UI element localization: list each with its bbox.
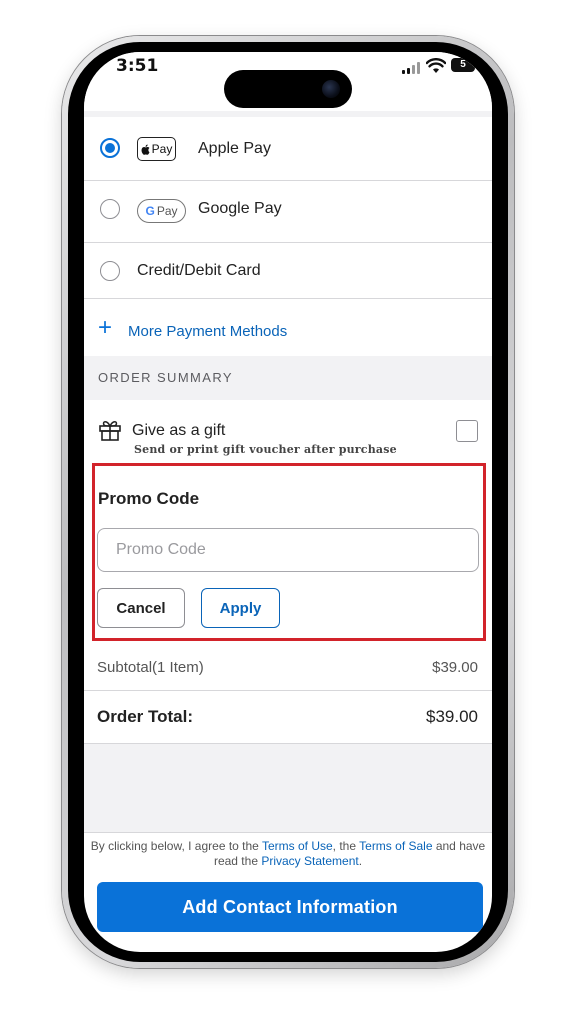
subtotal-label: Subtotal(1 Item) (97, 659, 204, 676)
order-summary-heading: ORDER SUMMARY (98, 370, 233, 385)
legal-suffix: . (358, 854, 363, 868)
camera-lens (322, 80, 340, 98)
google-g-logo-icon: G (145, 204, 155, 218)
legal-prefix: By clicking below, I agree to the (90, 839, 262, 853)
order-total-row: Order Total: $39.00 (84, 707, 492, 737)
battery-icon: 5 (451, 58, 475, 72)
gift-sublabel: Send or print gift voucher after purchas… (134, 443, 397, 456)
payment-option-google-pay[interactable]: G Pay Google Pay (84, 180, 492, 243)
radio-google-pay[interactable] (100, 199, 120, 219)
apple-logo-icon (141, 143, 150, 155)
privacy-statement-link[interactable]: Privacy Statement (261, 854, 358, 868)
google-pay-badge-text: Pay (156, 204, 178, 218)
footer-background (84, 744, 492, 832)
credit-debit-card-label: Credit/Debit Card (137, 262, 261, 279)
status-bar: 3:51 5 (84, 52, 492, 108)
payment-option-apple-pay[interactable]: Pay Apple Pay (84, 118, 492, 181)
gift-option-row: Give as a gift Send or print gift vouche… (84, 418, 492, 458)
promo-cancel-button[interactable]: Cancel (97, 588, 185, 628)
more-payment-methods-link[interactable]: + More Payment Methods (84, 300, 492, 356)
apple-pay-label: Apple Pay (198, 140, 271, 157)
apple-pay-badge: Pay (137, 137, 176, 161)
footer-divider (84, 832, 492, 833)
promo-apply-button[interactable]: Apply (201, 588, 280, 628)
promo-code-title: Promo Code (98, 489, 200, 508)
header-separator (84, 111, 492, 117)
dynamic-island (224, 70, 352, 108)
wifi-icon (426, 58, 446, 73)
phone-screen: 3:51 5 Pay Apple Pay G Pay Google Pay Cr… (84, 52, 492, 952)
legal-middle: , the (332, 839, 360, 853)
gift-checkbox[interactable] (456, 420, 478, 442)
apple-pay-badge-text: Pay (151, 142, 173, 156)
subtotal-value: $39.00 (432, 659, 478, 676)
terms-of-sale-link[interactable]: Terms of Sale (359, 839, 432, 853)
battery-level: 5 (460, 59, 466, 70)
radio-credit-debit-card[interactable] (100, 261, 120, 281)
radio-apple-pay[interactable] (100, 138, 120, 158)
more-payment-methods-label: More Payment Methods (128, 323, 288, 340)
summary-divider (84, 690, 492, 691)
order-total-value: $39.00 (426, 707, 478, 726)
google-pay-badge: G Pay (137, 199, 186, 223)
legal-notice: By clicking below, I agree to the Terms … (90, 839, 486, 869)
order-summary-header: ORDER SUMMARY (84, 356, 492, 400)
terms-of-use-link[interactable]: Terms of Use (262, 839, 333, 853)
gift-label: Give as a gift (132, 422, 226, 439)
google-pay-label: Google Pay (198, 200, 282, 217)
plus-icon: + (98, 314, 113, 341)
status-time: 3:51 (116, 56, 159, 76)
payment-option-credit-debit-card[interactable]: Credit/Debit Card (84, 242, 492, 299)
promo-code-input[interactable] (97, 528, 479, 572)
order-total-label: Order Total: (97, 707, 194, 726)
subtotal-row: Subtotal(1 Item) $39.00 (84, 659, 492, 689)
add-contact-information-button[interactable]: Add Contact Information (97, 882, 483, 932)
cellular-signal-icon (402, 62, 422, 74)
gift-icon (99, 421, 121, 441)
